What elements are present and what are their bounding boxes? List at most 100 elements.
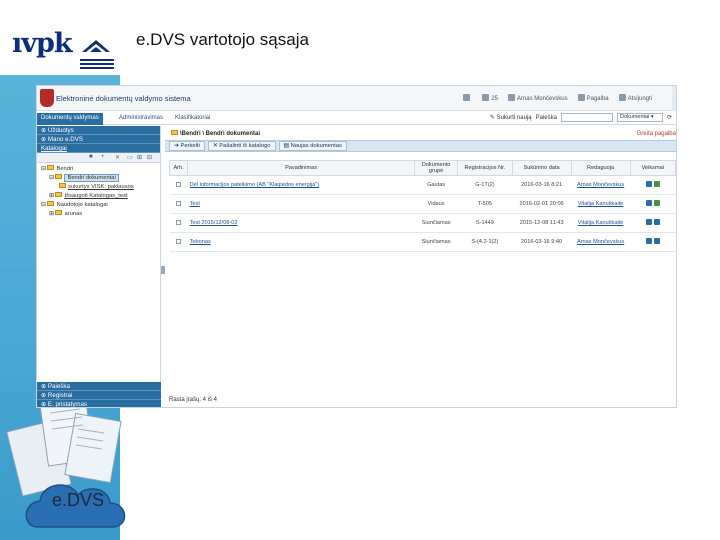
doc-title[interactable]: Test [187, 194, 415, 214]
doc-title[interactable]: Dėl informacijos pateikimo (AB "Klaipėdo… [187, 175, 415, 195]
save-icon[interactable]: ■ [89, 154, 93, 160]
info-icon[interactable] [645, 238, 652, 244]
header-menu: 25 Arnas Mončevskus Pagalba Atsijungti [463, 94, 652, 102]
col-group[interactable]: Dokumento grupė [414, 160, 459, 176]
tree-item-sukurtys[interactable]: sukurtys VISK: paklausos [41, 183, 156, 192]
row-checkbox[interactable] [176, 219, 182, 225]
doc-editor[interactable]: Vitalija Kanuškaitė [571, 213, 631, 233]
tree-item-bendri-dokumentai[interactable]: ⊟ Bendri dokumentai [41, 174, 156, 183]
search-area: ✎ Sukurti naują Paieška Dokumentai ▾ ⟳ [490, 113, 672, 122]
nav-search-label: Paieška [47, 383, 70, 390]
collapse-icon[interactable]: ⊟ [147, 154, 152, 161]
tab-classifiers[interactable]: Klasifikatoriai [171, 113, 214, 125]
tab-administration[interactable]: Administravimas [115, 113, 167, 125]
nav-my-edvs-label: Mano e.DVS [47, 136, 83, 143]
left-bottom-nav: ⊕ Paieška ⊕ Registrai ⊕ E. pristatymas [37, 382, 161, 408]
header-help[interactable]: Pagalba [577, 94, 609, 102]
header-user[interactable]: Arnas Mončevskus [507, 94, 568, 102]
mail-count: 25 [491, 96, 498, 102]
nav-e-delivery[interactable]: ⊕ E. pristatymas [37, 400, 161, 408]
row-actions [630, 194, 676, 214]
info-icon[interactable] [645, 219, 652, 225]
remove-from-catalog-button[interactable]: ✕ Pašalinti iš katalogo [207, 141, 276, 151]
doc-reg-no: S-(4.2-1(2) [457, 232, 513, 252]
search-refresh-icon[interactable]: ⟳ [667, 114, 672, 121]
catalog-toolbar: ■ + ✕ ▭ ⊞ ⊟ [37, 153, 160, 163]
col-actions[interactable]: Veiksmai [629, 160, 676, 176]
quick-help-link[interactable]: Greita pagalba [637, 131, 676, 137]
coat-of-arms-icon [40, 89, 54, 107]
ivpk-logo: ıvpk [10, 26, 115, 69]
delete-icon[interactable]: ✕ [115, 154, 120, 161]
info-icon[interactable] [653, 219, 660, 225]
breadcrumb-path: \Bendri \ Bendri dokumentai [180, 131, 261, 137]
row-checkbox[interactable] [176, 200, 182, 206]
nav-registers-label: Registrai [47, 392, 73, 399]
nav-my-edvs[interactable]: ⊕ Mano e.DVS [37, 135, 160, 144]
info-icon[interactable] [653, 238, 660, 244]
table-row: Tebonas Siunčiamas S-(4.2-1(2) 2016-03-1… [169, 232, 676, 252]
header-settings[interactable] [463, 94, 472, 102]
nav-registers[interactable]: ⊕ Registrai [37, 391, 161, 400]
col-reg-no[interactable]: Registracijos Nr. [457, 160, 513, 176]
search-scope-select[interactable]: Dokumentai ▾ [616, 113, 663, 122]
doc-title[interactable]: Test 2015/12/08-02 [187, 213, 415, 233]
window-scrollbar[interactable] [672, 86, 676, 111]
row-checkbox[interactable] [176, 181, 182, 187]
col-editor[interactable]: Redaguoja [570, 160, 631, 176]
table-row: Test Vidaus T-505 2016-02-01 20:06 Vital… [169, 194, 676, 214]
edvs-app-window: Elektroninė dokumentų valdymo sistema 25… [36, 85, 677, 408]
edit-icon[interactable] [653, 200, 660, 206]
doc-reg-no: S-1449 [457, 213, 513, 233]
expand-icon[interactable]: ⊞ [137, 154, 142, 161]
folder-icon [59, 183, 66, 188]
slide: ıvpk e.DVS vartotojo sąsaja e.DVS Elektr… [0, 0, 720, 540]
new-document-button[interactable]: ▤ Naujas dokumentas [278, 141, 347, 151]
tree-item-bendri[interactable]: ⊟ Bendri [41, 165, 156, 174]
doc-editor[interactable]: Arnas Mončevskus [571, 175, 631, 195]
info-icon[interactable] [645, 200, 652, 206]
doc-reg-no: G-1T(2) [457, 175, 513, 195]
user-icon [507, 94, 515, 101]
header-mail[interactable]: 25 [482, 94, 498, 102]
header-logout[interactable]: Atsijungti [618, 94, 652, 102]
folder-icon [47, 165, 55, 170]
left-panel: ⊕ Užduotys ⊕ Mano e.DVS Katalogai ■ + ✕ … [37, 126, 161, 408]
create-new-button[interactable]: ✎ Sukurti naują [490, 114, 532, 121]
content-toolbar: ➜ Perkelti ✕ Pašalinti iš katalogo ▤ Nau… [165, 140, 676, 152]
create-new-label: Sukurti naują [496, 115, 532, 121]
search-input[interactable] [560, 113, 613, 122]
nav-search[interactable]: ⊕ Paieška [37, 382, 161, 391]
col-title[interactable]: Pavadinimas [187, 160, 416, 176]
tab-document-management[interactable]: Dokumentų valdymas [37, 113, 103, 125]
menubar: Dokumentų valdymas Administravimas Klasi… [37, 111, 676, 125]
nav-e-delivery-label: E. pristatymas [47, 401, 88, 408]
tree-item-label: sukurtys VISK: paklausos [68, 184, 134, 190]
tree-item-arunas[interactable]: ⊞ arunas [41, 210, 156, 219]
cloud-documents-illustration [6, 397, 126, 528]
cloud-label: e.DVS [52, 490, 105, 510]
nav-tasks[interactable]: ⊕ Užduotys [37, 126, 160, 135]
doc-editor[interactable]: Vitalija Kanuškaitė [571, 194, 631, 214]
row-checkbox[interactable] [176, 238, 182, 244]
add-folder-icon[interactable]: + [101, 154, 105, 160]
settings-icon [463, 94, 471, 101]
remove-label: Pašalinti iš katalogo [219, 143, 271, 149]
col-archive[interactable]: Arh. [168, 160, 189, 176]
nav-catalogs[interactable]: Katalogai [37, 144, 160, 153]
move-button[interactable]: ➜ Perkelti [169, 141, 205, 151]
table-row: Test 2015/12/08-02 Siunčiamas S-1449 201… [169, 213, 676, 233]
doc-date: 2016-03-16 9:40 [512, 232, 572, 252]
tree-item-issaugoti[interactable]: ⊞ Išsaugoti Katalogas_test [41, 192, 156, 201]
col-created[interactable]: Sukūrimo data [511, 160, 572, 176]
info-icon[interactable] [645, 181, 652, 187]
edit-icon[interactable] [653, 181, 660, 187]
catalog-tree: ⊟ Bendri ⊟ Bendri dokumentai sukurtys VI… [37, 163, 160, 221]
doc-group: Gautas [414, 175, 458, 195]
folder-icon [47, 201, 55, 206]
tree-item-naudotojo[interactable]: ⊟ Naudotojo katalogai [41, 201, 156, 210]
copy-icon[interactable]: ▭ [127, 154, 133, 161]
doc-title[interactable]: Tebonas [187, 232, 415, 252]
power-icon [618, 94, 626, 101]
doc-editor[interactable]: Arnas Mončevskus [571, 232, 631, 252]
